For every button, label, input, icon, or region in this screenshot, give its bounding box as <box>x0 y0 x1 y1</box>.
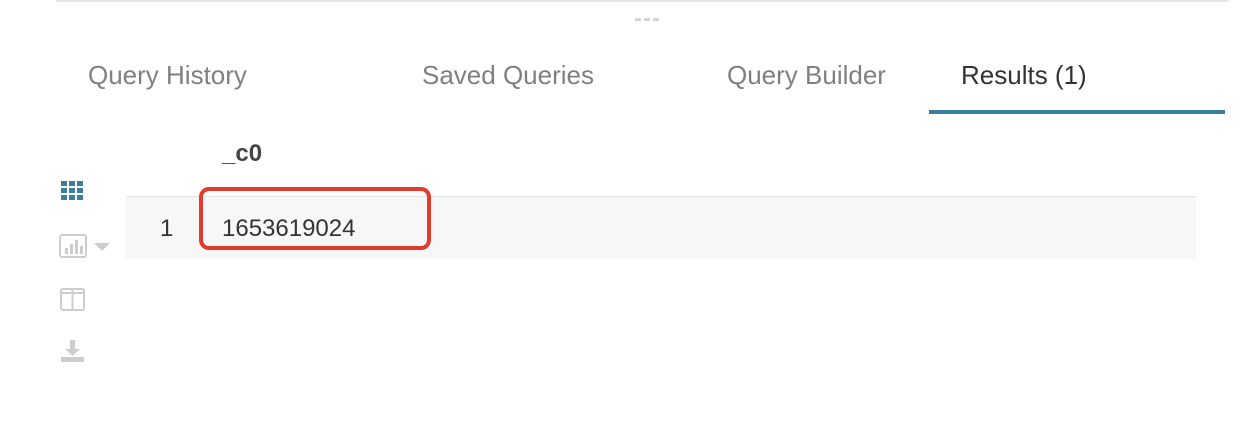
tab-query-builder[interactable]: Query Builder <box>727 40 886 114</box>
table-cell[interactable]: 1653619024 <box>222 215 355 243</box>
chart-dropdown-graphic <box>59 234 110 258</box>
tab-bar: Query History Saved Queries Query Builde… <box>56 40 1228 116</box>
active-tab-indicator <box>929 110 1225 114</box>
chevron-down-icon <box>94 243 110 251</box>
column-header[interactable]: _c0 <box>222 140 262 168</box>
download-button[interactable] <box>59 338 87 364</box>
table-row[interactable]: 1 1653619024 <box>126 197 1196 259</box>
tab-query-history[interactable]: Query History <box>88 40 247 114</box>
results-panel: Query History Saved Queries Query Builde… <box>0 0 1246 430</box>
grid-icon <box>61 181 83 200</box>
grid-view-button[interactable] <box>60 178 86 204</box>
download-icon <box>61 340 84 362</box>
columns-view-button[interactable] <box>59 287 87 313</box>
resize-handle[interactable] <box>635 16 659 24</box>
columns-icon <box>60 288 85 311</box>
handle-dot <box>644 18 650 21</box>
handle-dot <box>635 18 641 21</box>
tab-saved-queries[interactable]: Saved Queries <box>422 40 594 114</box>
chart-view-button[interactable] <box>58 233 114 259</box>
bar-chart-icon <box>59 234 87 258</box>
tab-results[interactable]: Results (1) <box>961 40 1087 114</box>
panel-top-divider <box>56 0 1228 2</box>
row-number: 1 <box>160 215 174 242</box>
handle-dot <box>653 18 659 21</box>
